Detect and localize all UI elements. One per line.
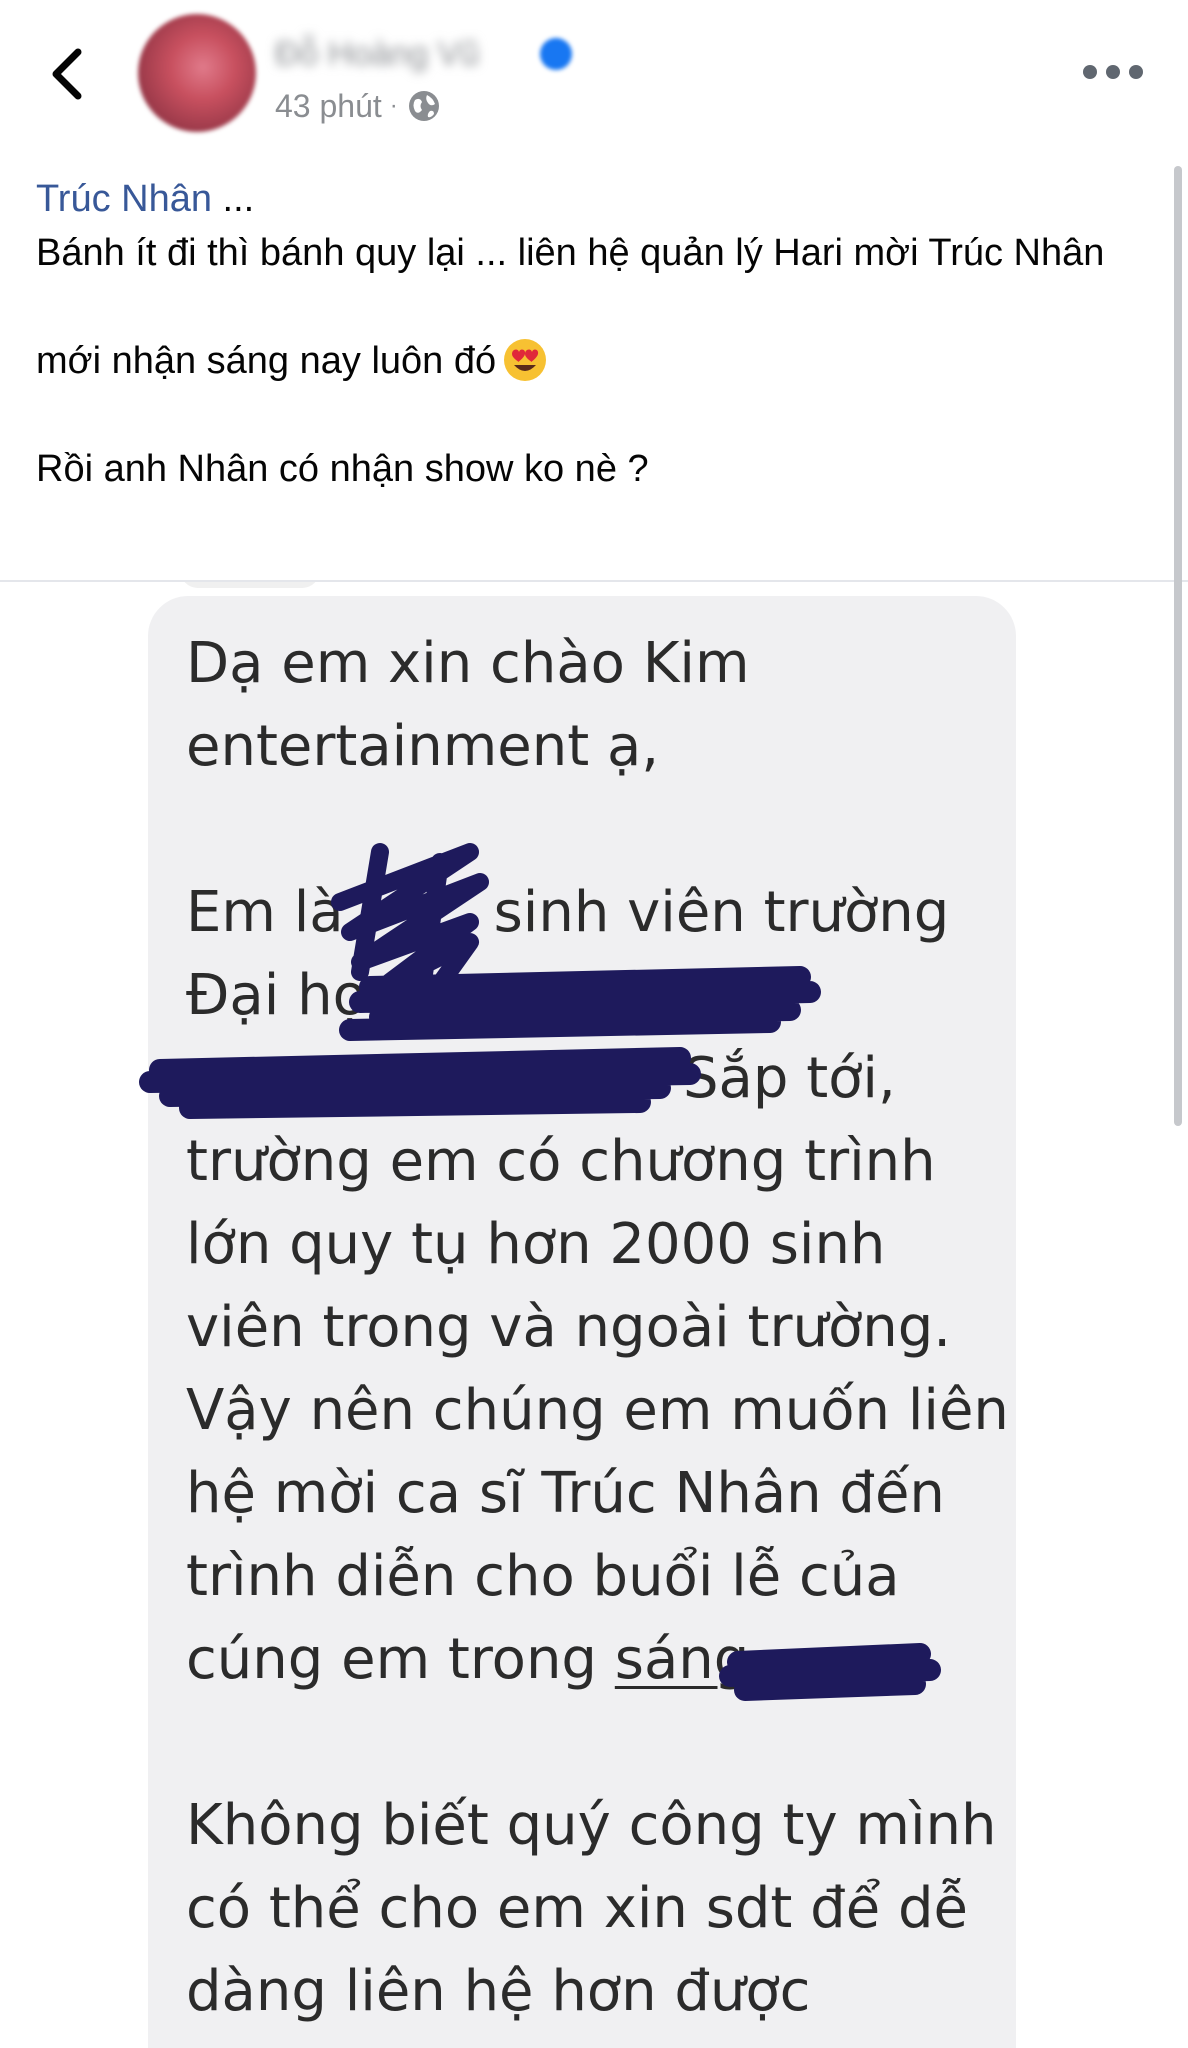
avatar[interactable] bbox=[138, 14, 256, 132]
globe-icon bbox=[408, 91, 439, 121]
message-line: entertainment ạ, bbox=[186, 714, 660, 779]
message-line: trường em có chương trình bbox=[186, 1129, 936, 1194]
mention-link[interactable]: Trúc Nhân bbox=[36, 178, 212, 220]
message-line: Em là sinh viên trường bbox=[186, 871, 1046, 954]
post-meta: 43 phút · bbox=[275, 86, 442, 126]
back-button[interactable] bbox=[44, 44, 94, 104]
back-arrow-icon bbox=[52, 48, 82, 100]
meta-separator: · bbox=[389, 92, 398, 119]
mention-suffix: ... bbox=[212, 178, 255, 220]
message-line: hệ mời ca sĩ Trúc Nhân đến bbox=[186, 1461, 945, 1526]
message-spacer bbox=[186, 1701, 1046, 1784]
message-line: trình diễn cho buổi lễ của bbox=[186, 1544, 900, 1609]
caption-line-3: Rồi anh Nhân có nhận show ko nè ? bbox=[36, 448, 649, 490]
post-caption: Trúc Nhân ... Bánh ít đi thì bánh quy lạ… bbox=[36, 172, 1156, 496]
message-line: lớn quy tụ hơn 2000 sinh bbox=[186, 1212, 886, 1277]
more-options-icon bbox=[1083, 65, 1143, 79]
caption-line-2: mới nhận sáng nay luôn đó bbox=[36, 340, 497, 382]
message-text: Dạ em xin chào Kim entertainment ạ, Em l… bbox=[186, 622, 1046, 2033]
more-options-button[interactable] bbox=[1078, 52, 1148, 92]
heart-eyes-emoji-icon bbox=[504, 339, 547, 381]
post-header: Đỗ Hoàng Vũ 43 phút · bbox=[0, 0, 1188, 160]
previous-message-bubble bbox=[180, 582, 320, 588]
poster-name[interactable]: Đỗ Hoàng Vũ bbox=[275, 32, 575, 76]
message-line: có thể cho em xin sdt để dễ bbox=[186, 1876, 968, 1941]
message-line: Đại họ bbox=[186, 963, 367, 1028]
message-fragment: Em là bbox=[186, 880, 344, 945]
message-fragment: sáng bbox=[614, 1627, 750, 1692]
message-fragment: cúng em trong bbox=[186, 1627, 597, 1692]
message-line: cúng em trong sáng bbox=[186, 1618, 1046, 1701]
message-fragment: sinh viên trường bbox=[493, 880, 950, 945]
post-time[interactable]: 43 phút bbox=[275, 88, 382, 125]
message-line: Vậy nên chúng em muốn liên bbox=[186, 1378, 1009, 1443]
message-line: Không biết quý công ty mình bbox=[186, 1793, 997, 1858]
caption-line-1: Bánh ít đi thì bánh quy lại ... liên hệ … bbox=[36, 232, 1105, 274]
message-line: viên trong và ngoài trường. bbox=[186, 1295, 952, 1360]
verified-badge-icon bbox=[540, 38, 572, 70]
message-line: dàng liên hệ hơn được bbox=[186, 1959, 811, 2024]
message-line: Sắp tới, bbox=[683, 1046, 896, 1111]
scrollbar[interactable] bbox=[1174, 166, 1182, 1126]
caption-line-2-wrap: mới nhận sáng nay luôn đó bbox=[36, 334, 1156, 388]
caption-mention-line: Trúc Nhân ... bbox=[36, 172, 1156, 226]
post-photo[interactable]: Dạ em xin chào Kim entertainment ạ, Em l… bbox=[0, 582, 1188, 2048]
post-detail-screen: Đỗ Hoàng Vũ 43 phút · Trúc Nhân ... Bánh… bbox=[0, 0, 1188, 2048]
message-spacer bbox=[186, 788, 1046, 871]
message-line: Dạ em xin chào Kim bbox=[186, 631, 750, 696]
